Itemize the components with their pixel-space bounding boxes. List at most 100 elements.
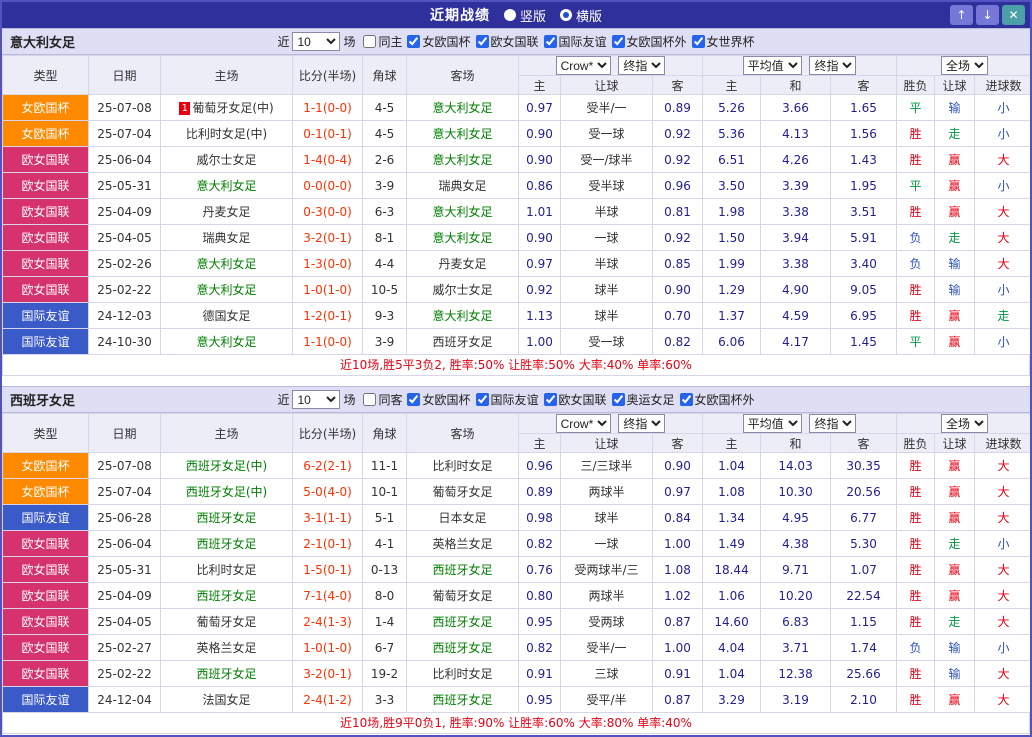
filter-checkbox[interactable] <box>543 34 557 48</box>
filter-bar: 近 10 场 同客 女欧国杯 国际友谊 欧女国联 奥运女足 女欧国杯外 <box>2 390 1030 409</box>
handicap-line: 球半 <box>560 302 653 329</box>
match-date: 25-07-04 <box>88 120 161 147</box>
avg-odds-home: 5.26 <box>702 94 762 121</box>
filter-checkbox[interactable] <box>543 392 557 406</box>
result-wdl: 胜 <box>896 660 936 687</box>
result-goals: 小 <box>974 276 1030 303</box>
filter-checkbox[interactable] <box>363 34 377 48</box>
move-up-button[interactable]: ↑ <box>950 5 973 25</box>
filter-option[interactable]: 同主 <box>358 33 402 50</box>
recent-suffix-label: 场 <box>343 35 356 49</box>
result-goals: 大 <box>974 686 1030 713</box>
home-team-name: 西班牙女足 <box>196 589 257 603</box>
score: 2-4(1-2) <box>292 686 363 713</box>
filter-option[interactable]: 国际友谊 <box>471 391 539 408</box>
filter-option[interactable]: 女欧国杯 <box>402 391 471 408</box>
match-row: 欧女国联 25-02-22 西班牙女足 3-2(0-1) 19-2 比利时女足 0.91 三球… <box>2 660 1030 687</box>
handicap-odds-home: 0.80 <box>518 582 561 609</box>
handicap-odds-home: 0.90 <box>518 224 561 251</box>
handicap-odds-home: 0.90 <box>518 146 561 173</box>
filter-label: 同主 <box>378 34 403 49</box>
home-team: 意大利女足 <box>160 172 293 199</box>
match-date: 25-04-05 <box>88 224 161 251</box>
result-handicap: 输 <box>934 276 976 303</box>
away-team: 西班牙女足 <box>406 608 519 635</box>
corners: 0-13 <box>362 556 407 583</box>
filter-checkbox[interactable] <box>611 34 625 48</box>
match-date: 25-02-27 <box>88 634 161 661</box>
match-row: 欧女国联 25-04-09 西班牙女足 7-1(4-0) 8-0 葡萄牙女足 0.80 两球半… <box>2 582 1030 609</box>
result-goals: 小 <box>974 120 1030 147</box>
filter-checkbox[interactable] <box>407 34 421 48</box>
score: 1-0(1-0) <box>292 276 363 303</box>
filter-option[interactable]: 女欧国杯 <box>402 33 471 50</box>
result-wdl: 胜 <box>896 530 936 557</box>
close-button[interactable]: ✕ <box>1002 5 1025 25</box>
period-select[interactable]: 全场 <box>941 56 989 75</box>
corners: 2-6 <box>362 146 407 173</box>
result-handicap: 输 <box>934 634 976 661</box>
avg-odds-select[interactable]: 平均值 <box>742 56 802 75</box>
avg-time-select[interactable]: 终指 <box>809 414 857 433</box>
home-team-name: 西班牙女足(中) <box>185 485 268 499</box>
layout-horizontal-radio[interactable]: 横版 <box>560 6 602 25</box>
avg-odds-away: 3.40 <box>830 250 898 277</box>
result-wdl: 平 <box>896 94 936 121</box>
handicap-line: 受一/球半 <box>560 146 653 173</box>
home-team: 西班牙女足(中) <box>160 452 293 479</box>
filter-checkbox[interactable] <box>407 392 421 406</box>
filter-option[interactable]: 同客 <box>358 391 402 408</box>
home-team: 英格兰女足 <box>160 634 293 661</box>
filter-checkbox[interactable] <box>679 392 693 406</box>
match-type-badge: 国际友谊 <box>2 302 89 329</box>
filter-option[interactable]: 欧女国联 <box>471 33 539 50</box>
away-team: 西班牙女足 <box>406 686 519 713</box>
filter-option[interactable]: 女欧国杯外 <box>607 33 687 50</box>
filter-checkbox[interactable] <box>363 392 377 406</box>
home-team: 西班牙女足 <box>160 504 293 531</box>
handicap-odds-group: Crow* 终指 <box>517 413 704 434</box>
filter-checkbox[interactable] <box>475 392 489 406</box>
match-row: 欧女国联 25-05-31 意大利女足 0-0(0-0) 3-9 瑞典女足 0.86 受半球 0… <box>2 172 1030 199</box>
filter-option[interactable]: 女欧国杯外 <box>675 391 755 408</box>
odds-time-select[interactable]: 终指 <box>618 414 666 433</box>
odds-source-select[interactable]: Crow* <box>555 56 611 75</box>
avg-odds-draw: 3.94 <box>760 224 832 251</box>
match-type-badge: 欧女国联 <box>2 146 89 173</box>
filter-option[interactable]: 国际友谊 <box>539 33 607 50</box>
filter-checks: 同主 女欧国杯 欧女国联 国际友谊 女欧国杯外 女世界杯 <box>358 33 755 51</box>
away-team: 葡萄牙女足 <box>406 478 519 505</box>
odds-time-select[interactable]: 终指 <box>618 56 666 75</box>
layout-vertical-radio[interactable]: 竖版 <box>503 6 546 25</box>
move-down-button[interactable]: ↓ <box>976 5 999 25</box>
avg-odds-draw: 4.59 <box>760 302 832 329</box>
avg-odds-home: 18.44 <box>702 556 762 583</box>
avg-odds-draw: 4.13 <box>760 120 832 147</box>
filter-option[interactable]: 奥运女足 <box>607 391 675 408</box>
period-select[interactable]: 全场 <box>941 414 989 433</box>
match-type-badge: 国际友谊 <box>2 686 89 713</box>
handicap-odds-away: 1.00 <box>651 634 704 661</box>
odds-source-select[interactable]: Crow* <box>555 414 611 433</box>
filter-option[interactable]: 女世界杯 <box>687 33 755 50</box>
recent-count-select[interactable]: 10 <box>292 32 341 51</box>
away-team-name: 丹麦女足 <box>438 257 487 271</box>
result-wdl: 负 <box>896 250 936 277</box>
match-row: 欧女国联 25-04-05 瑞典女足 3-2(0-1) 8-1 意大利女足 0.90 一球 0.… <box>2 224 1030 251</box>
avg-odds-select[interactable]: 平均值 <box>742 414 802 433</box>
result-group: 全场 <box>896 413 1030 434</box>
avg-time-select[interactable]: 终指 <box>809 56 857 75</box>
avg-odds-away: 1.56 <box>830 120 898 147</box>
filter-checkbox[interactable] <box>475 34 489 48</box>
filter-option[interactable]: 欧女国联 <box>539 391 607 408</box>
filter-checkbox[interactable] <box>611 392 625 406</box>
result-handicap: 走 <box>934 530 976 557</box>
away-team-name: 西班牙女足 <box>432 693 493 707</box>
score: 3-2(0-1) <box>292 660 363 687</box>
col-header-away: 客场 <box>406 413 519 453</box>
recent-count-select[interactable]: 10 <box>292 390 341 409</box>
filter-checkbox[interactable] <box>691 34 705 48</box>
handicap-odds-away: 1.00 <box>651 530 704 557</box>
match-date: 25-07-08 <box>88 94 161 121</box>
result-goals: 大 <box>974 224 1030 251</box>
